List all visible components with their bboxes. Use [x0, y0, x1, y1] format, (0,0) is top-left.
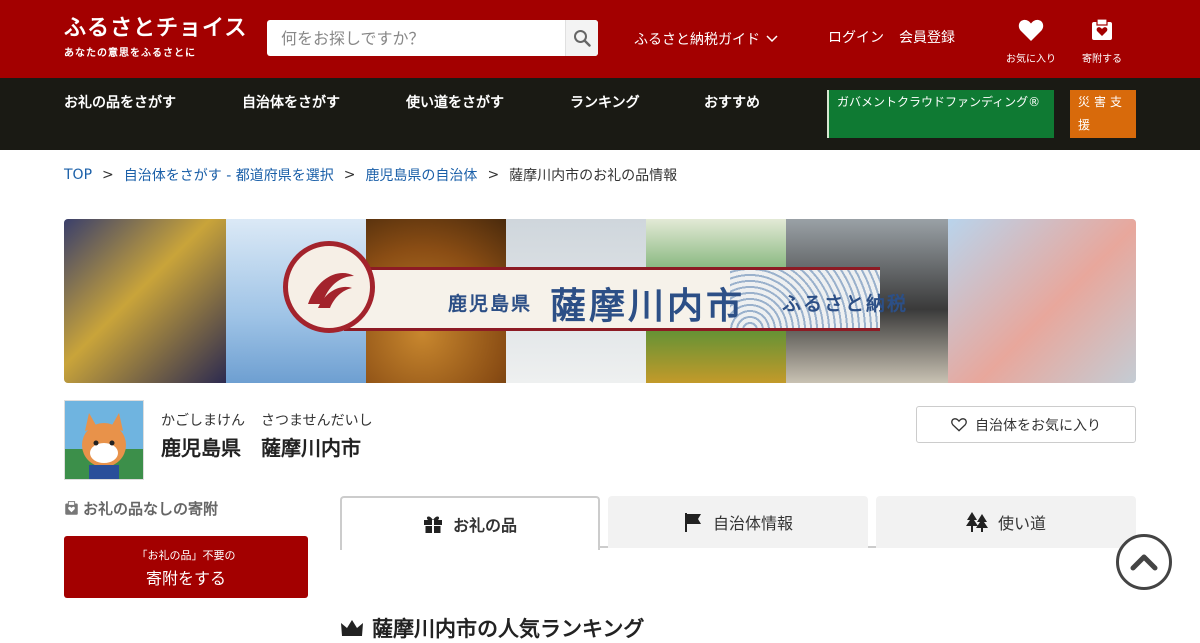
logo-sub-text: あなたの意思をふるさとに [64, 48, 196, 59]
favorite-municipality-label: 自治体をお気に入り [975, 417, 1101, 434]
register-link[interactable]: 会員登録 [899, 27, 955, 47]
nav-item-municipalities[interactable]: 自治体をさがす [242, 92, 340, 112]
breadcrumb-prefecture-select[interactable]: 自治体をさがす - 都道府県を選択 [124, 165, 334, 185]
breadcrumb: TOP > 自治体をさがす - 都道府県を選択 > 鹿児島県の自治体 > 薩摩川… [64, 165, 677, 185]
no-gift-donation-title: お礼の品なしの寄附 [83, 500, 219, 518]
banner-prefecture-text: 鹿児島県 [448, 293, 533, 315]
search-box [267, 20, 598, 56]
nav-item-gifts[interactable]: お礼の品をさがす [64, 92, 176, 112]
gcf-link[interactable]: ガバメントクラウドファンディング® [827, 90, 1054, 138]
logo-main-text: ふるさとチョイス [64, 16, 248, 41]
flag-icon [684, 513, 701, 532]
chevron-down-icon [766, 35, 778, 43]
main-navigation: お礼の品をさがす 自治体をさがす 使い道をさがす ランキング おすすめ ガバメン… [0, 78, 1200, 150]
donate-button-label: 寄附をする [145, 569, 226, 588]
favorite-municipality-button[interactable]: 自治体をお気に入り [916, 406, 1136, 443]
donate-button-note: 「お礼の品」不要の [136, 549, 236, 562]
breadcrumb-top[interactable]: TOP [64, 167, 92, 183]
municipality-name: 鹿児島県 薩摩川内市 [161, 432, 361, 461]
gift-icon [423, 516, 442, 533]
breadcrumb-separator: > [487, 167, 500, 183]
search-input[interactable] [267, 20, 565, 56]
donate-without-gift-button[interactable]: 「お礼の品」不要の 寄附をする [64, 536, 308, 598]
favorites-label: お気に入り [1006, 54, 1056, 65]
disaster-support-link[interactable]: 災害支援 [1070, 90, 1136, 138]
trees-icon [965, 512, 988, 532]
heart-icon [1018, 19, 1044, 41]
furusato-guide-menu[interactable]: ふるさと納税ガイド [634, 29, 778, 49]
city-name: 薩摩川内市 [261, 436, 361, 460]
tab-gifts[interactable]: お礼の品 [340, 496, 600, 550]
nav-item-recommended[interactable]: おすすめ [704, 92, 760, 112]
donate-header-button[interactable]: 寄附する [1072, 18, 1132, 65]
mascot-avatar [64, 400, 144, 480]
crown-icon [341, 620, 363, 636]
tab-usage-label: 使い道 [997, 514, 1046, 533]
favorites-button[interactable]: お気に入り [1001, 18, 1061, 65]
breadcrumb-current: 薩摩川内市のお礼の品情報 [509, 168, 678, 184]
shabu-shabu-image [948, 219, 1136, 383]
tab-municipality-info-label: 自治体情報 [712, 514, 793, 533]
back-to-top-button[interactable] [1116, 534, 1172, 590]
banner-tagline-text: ふるさと納税 [782, 293, 909, 315]
login-link[interactable]: ログイン [828, 27, 884, 47]
banner-city-text: 薩摩川内市 [550, 286, 746, 327]
search-button[interactable] [565, 20, 598, 56]
ranking-heading: 薩摩川内市の人気ランキング [340, 613, 644, 643]
guide-label: ふるさと納税ガイド [634, 32, 760, 48]
donation-box-icon [65, 501, 78, 515]
breadcrumb-separator: > [343, 167, 356, 183]
chevron-up-icon [1130, 554, 1158, 571]
nav-item-ranking[interactable]: ランキング [570, 92, 640, 112]
donation-box-icon [1092, 18, 1112, 40]
site-logo[interactable]: ふるさとチョイス あなたの意思をふるさとに [64, 16, 247, 59]
tab-gifts-label: お礼の品 [452, 516, 517, 535]
donate-header-label: 寄附する [1082, 54, 1122, 65]
breadcrumb-separator: > [102, 167, 114, 183]
tab-municipality-info[interactable]: 自治体情報 [608, 496, 868, 548]
city-seal-icon [283, 241, 375, 333]
tab-usage[interactable]: 使い道 [876, 496, 1136, 548]
ranking-title: 薩摩川内市の人気ランキング [372, 617, 645, 641]
city-kana: さつませんだいし [261, 413, 373, 429]
prefecture-kana: かごしまけん [161, 413, 245, 429]
prefecture-name: 鹿児島県 [161, 436, 241, 460]
search-icon [574, 30, 591, 47]
samurai-armor-image [64, 219, 226, 383]
site-header: ふるさとチョイス あなたの意思をふるさとに ふるさと納税ガイド ログイン 会員登… [0, 0, 1200, 78]
no-gift-donation-heading: お礼の品なしの寄附 [64, 498, 218, 519]
municipality-banner: 鹿児島県 薩摩川内市 ふるさと納税 [64, 219, 1136, 383]
municipality-kana: かごしまけん さつませんだいし [161, 410, 373, 430]
heart-outline-icon [951, 418, 967, 432]
nav-item-usage[interactable]: 使い道をさがす [406, 92, 504, 112]
breadcrumb-kagoshima[interactable]: 鹿児島県の自治体 [365, 165, 477, 185]
